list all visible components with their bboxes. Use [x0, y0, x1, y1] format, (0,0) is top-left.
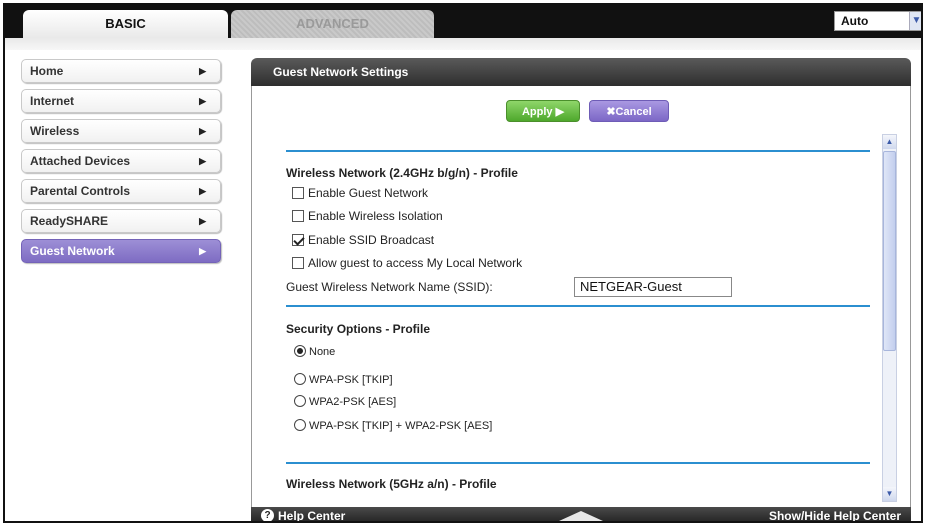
section-divider	[286, 150, 870, 152]
chevron-right-icon: ▶	[199, 246, 206, 256]
sidebar-item-label: Internet	[30, 94, 75, 108]
settings-panel: Guest Network Settings Apply ▶ ✖Cancel W…	[251, 58, 911, 521]
router-admin-window: BASIC ADVANCED Auto ▼ Home ▶ Internet ▶ …	[3, 3, 923, 523]
section-title-24ghz: Wireless Network (2.4GHz b/g/n) - Profil…	[286, 166, 518, 180]
sidebar-item-label: Guest Network	[30, 244, 115, 258]
ssid-input[interactable]: NETGEAR-Guest	[574, 277, 732, 297]
radio-label: None	[309, 346, 336, 358]
security-wpa-mixed-radio[interactable]: WPA-PSK [TKIP] + WPA2-PSK [AES]	[294, 419, 492, 432]
enable-ssid-broadcast-checkbox[interactable]: Enable SSID Broadcast	[292, 233, 434, 249]
radio-button[interactable]	[294, 419, 306, 431]
sidebar-item-attached-devices[interactable]: Attached Devices ▶	[21, 149, 221, 173]
security-wpa-tkip-radio[interactable]: WPA-PSK [TKIP]	[294, 373, 393, 386]
sidebar-item-label: Parental Controls	[30, 184, 131, 198]
checkbox-box[interactable]	[292, 234, 304, 246]
section-divider	[286, 462, 870, 464]
top-tab-bar: BASIC ADVANCED Auto ▼	[5, 5, 921, 38]
checkbox-label: Allow guest to access My Local Network	[308, 256, 523, 270]
panel-body: Apply ▶ ✖Cancel Wireless Network (2.4GHz…	[251, 86, 911, 507]
checkbox-box[interactable]	[292, 187, 304, 199]
help-icon[interactable]: ?	[261, 509, 274, 521]
chevron-right-icon: ▶	[199, 126, 206, 136]
sidebar-item-guest-network[interactable]: Guest Network ▶	[21, 239, 221, 263]
chevron-down-icon[interactable]: ▼	[909, 12, 921, 30]
chevron-right-icon: ▶	[199, 216, 206, 226]
sidebar-item-wireless[interactable]: Wireless ▶	[21, 119, 221, 143]
radio-label: WPA-PSK [TKIP]	[309, 374, 393, 386]
enable-wireless-isolation-checkbox[interactable]: Enable Wireless Isolation	[292, 209, 443, 225]
apply-button[interactable]: Apply ▶	[506, 100, 580, 122]
scroll-down-icon[interactable]: ▼	[883, 487, 896, 501]
section-divider	[286, 305, 870, 307]
checkbox-box[interactable]	[292, 257, 304, 269]
page-title: Guest Network Settings	[251, 58, 911, 86]
chevron-right-icon: ▶	[199, 156, 206, 166]
sidebar: Home ▶ Internet ▶ Wireless ▶ Attached De…	[21, 59, 221, 269]
sidebar-item-home[interactable]: Home ▶	[21, 59, 221, 83]
sidebar-item-internet[interactable]: Internet ▶	[21, 89, 221, 113]
sidebar-item-label: Attached Devices	[30, 154, 131, 168]
scroll-thumb[interactable]	[883, 151, 896, 351]
help-center-link[interactable]: Help Center	[278, 507, 345, 521]
sidebar-item-label: Home	[30, 64, 64, 78]
sidebar-item-label: ReadySHARE	[30, 214, 109, 228]
sidebar-item-label: Wireless	[30, 124, 80, 138]
radio-button[interactable]	[294, 345, 306, 357]
language-select[interactable]: Auto ▼	[834, 11, 921, 31]
chevron-right-icon: ▶	[199, 96, 206, 106]
language-select-value: Auto	[841, 14, 869, 28]
help-center-bar: ? Help Center Show/Hide Help Center	[251, 507, 911, 521]
radio-label: WPA2-PSK [AES]	[309, 396, 397, 408]
sidebar-item-readyshare[interactable]: ReadySHARE ▶	[21, 209, 221, 233]
ssid-label: Guest Wireless Network Name (SSID):	[286, 280, 493, 294]
checkbox-label: Enable Guest Network	[308, 186, 429, 200]
cancel-button[interactable]: ✖Cancel	[589, 100, 669, 122]
tab-underlay	[5, 38, 921, 50]
scrollbar[interactable]: ▲ ▼	[882, 134, 897, 502]
section-title-security: Security Options - Profile	[286, 322, 431, 336]
radio-button[interactable]	[294, 395, 306, 407]
chevron-right-icon: ▶	[199, 186, 206, 196]
security-none-radio[interactable]: None	[294, 345, 335, 358]
radio-button[interactable]	[294, 373, 306, 385]
tab-advanced[interactable]: ADVANCED	[231, 10, 434, 38]
tab-basic[interactable]: BASIC	[23, 10, 228, 38]
sidebar-item-parental-controls[interactable]: Parental Controls ▶	[21, 179, 221, 203]
allow-local-network-checkbox[interactable]: Allow guest to access My Local Network	[292, 256, 522, 272]
radio-label: WPA-PSK [TKIP] + WPA2-PSK [AES]	[309, 420, 493, 432]
checkbox-box[interactable]	[292, 210, 304, 222]
checkbox-label: Enable SSID Broadcast	[308, 233, 435, 247]
enable-guest-network-checkbox[interactable]: Enable Guest Network	[292, 186, 428, 202]
show-hide-help-link[interactable]: Show/Hide Help Center	[769, 507, 901, 521]
checkbox-label: Enable Wireless Isolation	[308, 209, 443, 223]
scroll-up-icon[interactable]: ▲	[883, 135, 896, 149]
section-title-5ghz: Wireless Network (5GHz a/n) - Profile	[286, 477, 497, 491]
chevron-right-icon: ▶	[199, 66, 206, 76]
expand-up-icon[interactable]	[559, 511, 603, 521]
security-wpa2-aes-radio[interactable]: WPA2-PSK [AES]	[294, 395, 396, 408]
